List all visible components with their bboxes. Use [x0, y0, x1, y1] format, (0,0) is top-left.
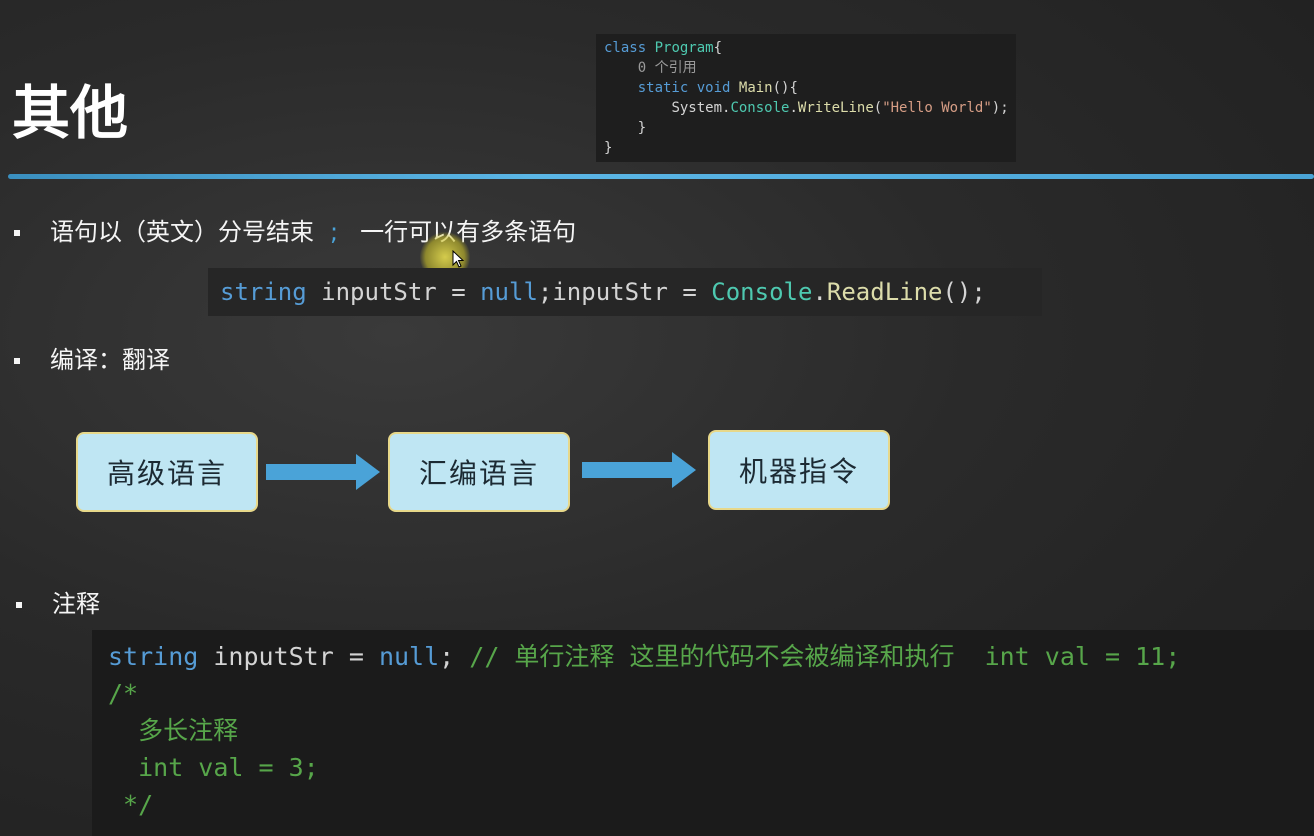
bullet-icon [14, 230, 20, 236]
keyword: string [220, 278, 307, 306]
bullet-comments: 注释 [16, 584, 100, 619]
code-text: (){ [772, 80, 798, 96]
multi-line-comment-text: 多长注释 [108, 716, 239, 745]
code-text: ); [991, 100, 1009, 116]
code-example-semicolon: string inputStr = null;inputStr = Consol… [208, 268, 1042, 316]
string-literal: "Hello World" [882, 100, 992, 116]
code-example-comments: string inputStr = null; // 单行注释 这里的代码不会被… [92, 630, 1314, 836]
single-line-comment: // 单行注释 这里的代码不会被编译和执行 int val = 11; [469, 642, 1181, 671]
bullet-text: 一行可以有多条语句 [360, 218, 577, 246]
flow-box-machine: 机器指令 [708, 430, 890, 510]
code-text: . [812, 278, 827, 306]
brace: } [637, 120, 647, 136]
title-divider [8, 174, 1314, 179]
arrow-right-icon [266, 454, 380, 490]
reference-count[interactable]: 0 个引用 [638, 60, 697, 76]
bullet-icon [16, 602, 22, 608]
keyword: null [480, 278, 538, 306]
brace: { [713, 40, 723, 56]
code-text: System [671, 100, 723, 116]
code-text: inputStr = [198, 642, 379, 671]
type-name: Program [654, 40, 714, 56]
code-snippet: class Program{ 0 个引用 static void Main(){… [596, 34, 1016, 162]
bullet-text: 注释 [52, 590, 100, 618]
slide-title: 其他 [12, 79, 129, 147]
code-text: ;inputStr = [537, 278, 712, 306]
semicolon-highlight: ; [330, 218, 339, 246]
bullet-compile: 编译：翻译 [14, 340, 170, 375]
flow-box-assembly: 汇编语言 [388, 432, 570, 512]
bullet-text: 语句以（英文）分号结束 [50, 218, 314, 246]
brace: } [604, 140, 613, 156]
type-name: Console [711, 278, 813, 306]
method-name: ReadLine [826, 278, 943, 306]
keyword: static [637, 80, 689, 96]
keyword: null [378, 642, 440, 671]
keyword: void [696, 80, 731, 96]
method-name: WriteLine [797, 100, 874, 116]
bullet-semicolon: 语句以（英文）分号结束; 一行可以有多条语句 [14, 212, 576, 247]
code-text: ; [439, 642, 470, 671]
multi-line-comment-text: int val = 3; [108, 753, 319, 782]
code-text: (); [942, 278, 986, 306]
multi-line-comment-start: /* [108, 679, 139, 708]
multi-line-comment-end: */ [108, 790, 154, 819]
keyword: string [108, 642, 199, 671]
type-name: Console [730, 100, 790, 116]
arrow-right-icon [582, 452, 696, 488]
keyword: class [604, 40, 647, 56]
code-text: . [789, 100, 798, 116]
bullet-icon [14, 358, 20, 364]
flow-box-high-level: 高级语言 [76, 432, 258, 512]
bullet-text: 编译：翻译 [50, 346, 170, 374]
method-name: Main [738, 80, 773, 96]
code-text: inputStr = [306, 278, 481, 306]
mouse-pointer-icon [452, 250, 465, 268]
code-text: ( [873, 100, 883, 116]
